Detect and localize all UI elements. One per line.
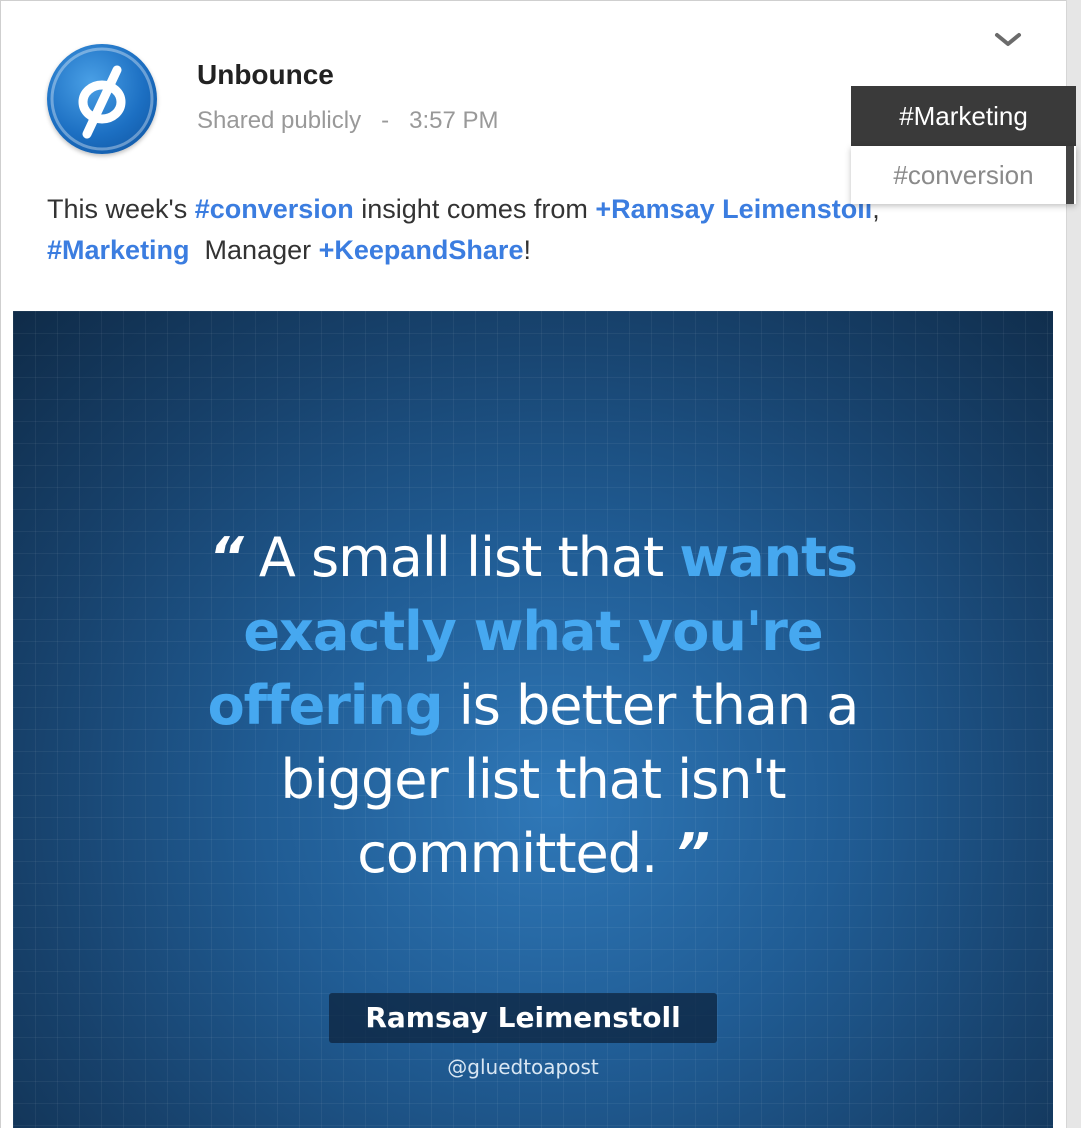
post-meta: Shared publicly - 3:57 PM: [197, 107, 499, 135]
hashtag-conversion[interactable]: #conversion: [195, 194, 354, 224]
post-time[interactable]: 3:57 PM: [409, 107, 498, 134]
unbounce-logo-icon[interactable]: [47, 44, 157, 154]
meta-separator: -: [381, 107, 390, 134]
tooltip-scrollbar[interactable]: [1066, 146, 1074, 204]
hashtag-marketing[interactable]: #Marketing: [47, 235, 190, 265]
quote-author: Ramsay Leimenstoll: [329, 993, 717, 1043]
hashtag-tooltip: #Marketing #conversion: [851, 86, 1076, 204]
chevron-down-icon[interactable]: [993, 27, 1023, 51]
quote-handle: @gluedtoapost: [447, 1055, 599, 1079]
mention-ramsay[interactable]: +Ramsay Leimenstoll: [595, 194, 872, 224]
mention-keepandshare[interactable]: +KeepandShare: [319, 235, 524, 265]
visibility-label[interactable]: Shared publicly: [197, 107, 361, 134]
tooltip-item-marketing[interactable]: #Marketing: [851, 86, 1076, 146]
post-image[interactable]: “ A small list that wants exactly what y…: [13, 311, 1053, 1128]
author-name[interactable]: Unbounce: [197, 59, 334, 91]
avatar-glyph: [50, 47, 154, 151]
quote-text: “ A small list that wants exactly what y…: [207, 526, 860, 885]
tooltip-item-conversion[interactable]: #conversion: [851, 146, 1076, 204]
